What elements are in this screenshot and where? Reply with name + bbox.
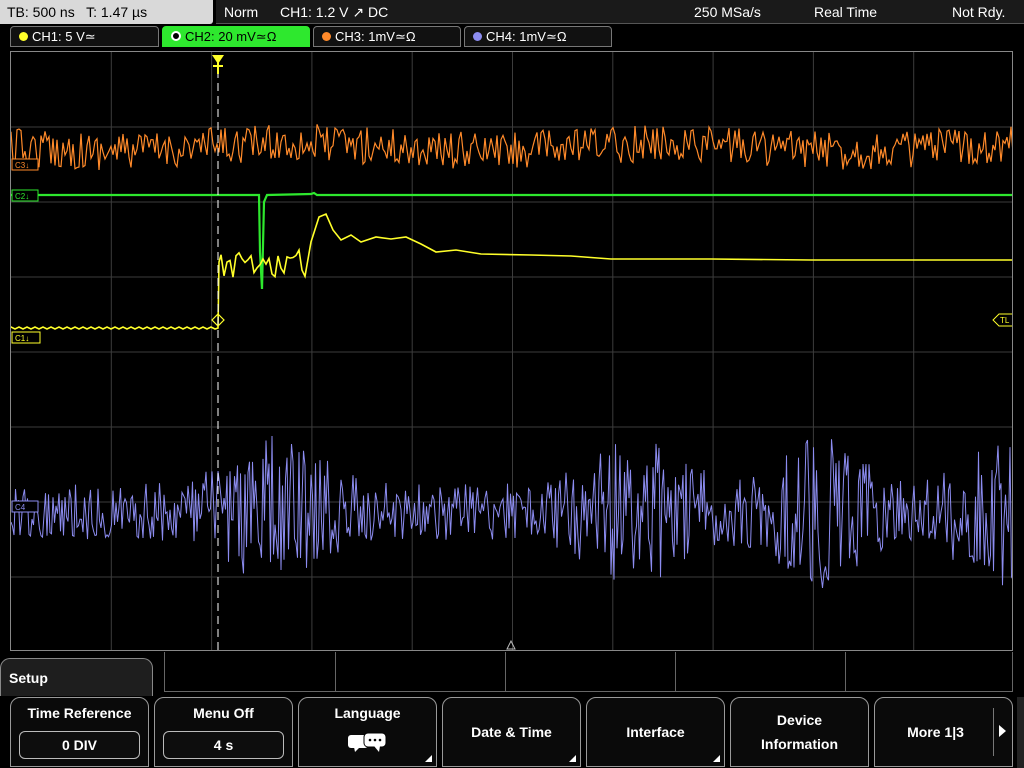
- submenu-corner-icon: [569, 755, 576, 762]
- softkey-title-line1: Device: [776, 712, 823, 728]
- ch3-dot-icon: [322, 32, 331, 41]
- sample-rate: 250 MSa/s: [694, 4, 761, 20]
- graticule-grid: [11, 52, 1012, 650]
- strip-divider: [845, 652, 846, 692]
- menu-off-softkey[interactable]: Menu Off 4 s: [154, 697, 293, 767]
- channel-tab-label: CH4: 1mV≃Ω: [486, 29, 567, 44]
- channel-tab-ch3[interactable]: CH3: 1mV≃Ω: [313, 26, 461, 47]
- softkey-title: Interface: [626, 724, 685, 740]
- center-marker-icon: [506, 639, 516, 650]
- ch2-ground-marker[interactable]: C2↓: [11, 189, 39, 202]
- submenu-corner-icon: [425, 755, 432, 762]
- ch1-marker-label: C1↓: [15, 334, 29, 343]
- ch4-marker-label: C4: [15, 503, 26, 512]
- channel-tab-ch2[interactable]: CH2: 20 mV≃Ω: [162, 26, 310, 47]
- trigger-status-bar: Norm CH1: 1.2 V ↗ DC 250 MSa/s Real Time…: [216, 0, 1024, 24]
- timebase-readout[interactable]: TB: 500 ns T: 1.47 µs: [0, 0, 213, 24]
- channel-tab-ch1[interactable]: CH1: 5 V≃: [10, 26, 159, 47]
- screen-edge: [1017, 697, 1024, 768]
- channel-tab-ch4[interactable]: CH4: 1mV≃Ω: [464, 26, 612, 47]
- waveform-svg: C3↓ C2↓ C1↓ C4 TL: [11, 52, 1013, 650]
- menu-off-value[interactable]: 4 s: [163, 731, 284, 759]
- strip-divider: [335, 652, 336, 692]
- softkey-title: Device Information: [731, 698, 868, 766]
- time-reference-value[interactable]: 0 DIV: [19, 731, 140, 759]
- ch1-ground-marker[interactable]: C1↓: [11, 331, 41, 344]
- interface-softkey[interactable]: Interface: [586, 697, 725, 767]
- channel-tabs: CH1: 5 V≃ CH2: 20 mV≃Ω CH3: 1mV≃Ω CH4: 1…: [0, 26, 1024, 48]
- trigger-level-label: TL: [1000, 316, 1010, 325]
- language-softkey[interactable]: Language: [298, 697, 437, 767]
- trigger-position-marker-icon[interactable]: [212, 55, 224, 74]
- acquisition-state: Not Rdy.: [952, 4, 1006, 20]
- softkey-title: Language: [334, 705, 401, 721]
- strip-divider: [675, 652, 676, 692]
- more-softkey[interactable]: More 1|3: [874, 697, 1013, 767]
- softkey-title-line2: Information: [761, 736, 838, 752]
- trigger-level-marker[interactable]: TL: [992, 313, 1013, 327]
- softkey-title: Time Reference: [27, 705, 132, 721]
- ch4-dot-icon: [473, 32, 482, 41]
- date-time-softkey[interactable]: Date & Time: [442, 697, 581, 767]
- device-information-softkey[interactable]: Device Information: [730, 697, 869, 767]
- ch3-ground-marker[interactable]: C3↓: [11, 158, 39, 171]
- channel-tab-label: CH3: 1mV≃Ω: [335, 29, 416, 44]
- time-reference-softkey[interactable]: Time Reference 0 DIV: [10, 697, 149, 767]
- softkey-divider: [993, 708, 994, 756]
- arrow-right-icon: [999, 725, 1006, 737]
- channel-tab-label: CH1: 5 V≃: [32, 29, 96, 44]
- ch2-marker-label: C2↓: [15, 192, 29, 201]
- ch1-dot-icon: [19, 32, 28, 41]
- waveform-display[interactable]: C3↓ C2↓ C1↓ C4 TL: [10, 51, 1013, 651]
- ch3-marker-label: C3↓: [15, 161, 29, 170]
- zoom-overview-strip: [164, 652, 1013, 692]
- ch2-dot-icon: [171, 31, 181, 41]
- acquisition-mode: Real Time: [814, 4, 878, 20]
- submenu-corner-icon: [713, 755, 720, 762]
- softkey-title: More 1|3: [907, 724, 964, 740]
- strip-divider: [505, 652, 506, 692]
- ch4-ground-marker[interactable]: C4: [11, 500, 39, 513]
- menu-tab-setup[interactable]: Setup: [0, 658, 153, 696]
- channel-tab-label: CH2: 20 mV≃Ω: [185, 29, 277, 44]
- speech-bubbles-icon: [347, 732, 386, 752]
- trigger-mode[interactable]: Norm: [224, 0, 258, 24]
- trigger-source-info[interactable]: CH1: 1.2 V ↗ DC: [280, 0, 388, 24]
- softkey-title: Menu Off: [193, 705, 254, 721]
- softkey-title: Date & Time: [471, 724, 552, 740]
